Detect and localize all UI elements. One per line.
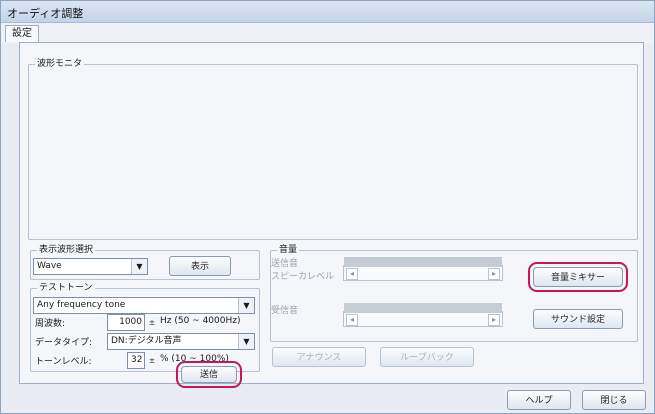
waveform-monitor: 波形モニタ xyxy=(28,58,638,240)
chevron-down-icon: ▼ xyxy=(238,298,254,313)
help-button[interactable]: ヘルプ xyxy=(507,390,571,410)
frequency-input[interactable]: 1000 xyxy=(107,314,145,331)
window-title: オーディオ調整 xyxy=(7,7,84,20)
tone-dropdown-value: Any frequency tone xyxy=(37,300,126,310)
waveform-select-label: 表示波形選択 xyxy=(37,244,96,256)
datatype-dropdown[interactable]: DN:デジタル音声 ▼ xyxy=(107,333,255,350)
test-tone-label: テストトーン xyxy=(37,282,95,294)
spinner-icon[interactable]: ± xyxy=(146,353,158,368)
tab-settings[interactable]: 設定 xyxy=(5,25,39,42)
datatype-label: データタイプ: xyxy=(35,338,93,348)
audio-settings-window: オーディオ調整 設定 波形モニタ 表示波形選択 Wave ▼ 表示 テストトーン… xyxy=(0,0,655,414)
receive-level-fill xyxy=(344,303,502,313)
volume-mixer-button[interactable]: 音量ミキサー xyxy=(528,262,628,292)
waveform-dropdown-value: Wave xyxy=(37,261,62,271)
tone-level-input[interactable]: 32 xyxy=(127,352,145,369)
receive-audio-label: 受信音 xyxy=(271,306,299,316)
tab-strip: 設定 xyxy=(1,23,654,43)
send-button[interactable]: 送信 xyxy=(176,361,242,388)
datatype-dropdown-value: DN:デジタル音声 xyxy=(111,336,182,346)
volume-group: 音量 送信音 スピーカレベル ◂ ▸ 受信音 ◂ ▸ 音量ミキサー サウンド設定 xyxy=(270,244,638,342)
arrow-right-icon[interactable]: ▸ xyxy=(488,314,500,326)
waveform-select-group: 表示波形選択 Wave ▼ 表示 xyxy=(30,244,260,280)
title-bar: オーディオ調整 xyxy=(1,1,654,23)
receive-level-slider[interactable]: ◂ ▸ xyxy=(343,303,503,327)
spinner-icon[interactable]: ± xyxy=(146,315,158,330)
show-button[interactable]: 表示 xyxy=(169,256,231,276)
frequency-label: 周波数: xyxy=(35,319,66,329)
waveform-dropdown[interactable]: Wave ▼ xyxy=(33,258,148,275)
chevron-down-icon: ▼ xyxy=(238,334,254,349)
settings-panel: 波形モニタ 表示波形選択 Wave ▼ 表示 テストトーン Any freque… xyxy=(19,42,644,388)
arrow-left-icon[interactable]: ◂ xyxy=(346,314,358,326)
close-button[interactable]: 閉じる xyxy=(582,390,646,410)
chevron-down-icon: ▼ xyxy=(131,259,147,274)
announce-button[interactable]: アナウンス xyxy=(272,347,366,367)
loopback-button[interactable]: ループバック xyxy=(380,347,474,367)
arrow-right-icon[interactable]: ▸ xyxy=(488,268,500,280)
tone-level-range: % (10 ~ 100%) xyxy=(160,354,229,364)
sound-settings-button[interactable]: サウンド設定 xyxy=(533,309,623,329)
volume-label: 音量 xyxy=(277,244,300,256)
test-tone-group: テストトーン Any frequency tone ▼ 周波数: 1000 ± … xyxy=(30,282,260,388)
waveform-monitor-label: 波形モニタ xyxy=(35,58,85,70)
speaker-level-slider[interactable]: ◂ ▸ xyxy=(343,257,503,281)
arrow-left-icon[interactable]: ◂ xyxy=(346,268,358,280)
tone-dropdown[interactable]: Any frequency tone ▼ xyxy=(33,297,255,314)
speaker-level-label: スピーカレベル xyxy=(271,272,335,282)
frequency-range: Hz (50 ~ 4000Hz) xyxy=(160,316,241,326)
tone-level-label: トーンレベル: xyxy=(35,357,92,367)
send-audio-label: 送信音 xyxy=(271,259,299,269)
speaker-level-fill xyxy=(344,257,502,267)
